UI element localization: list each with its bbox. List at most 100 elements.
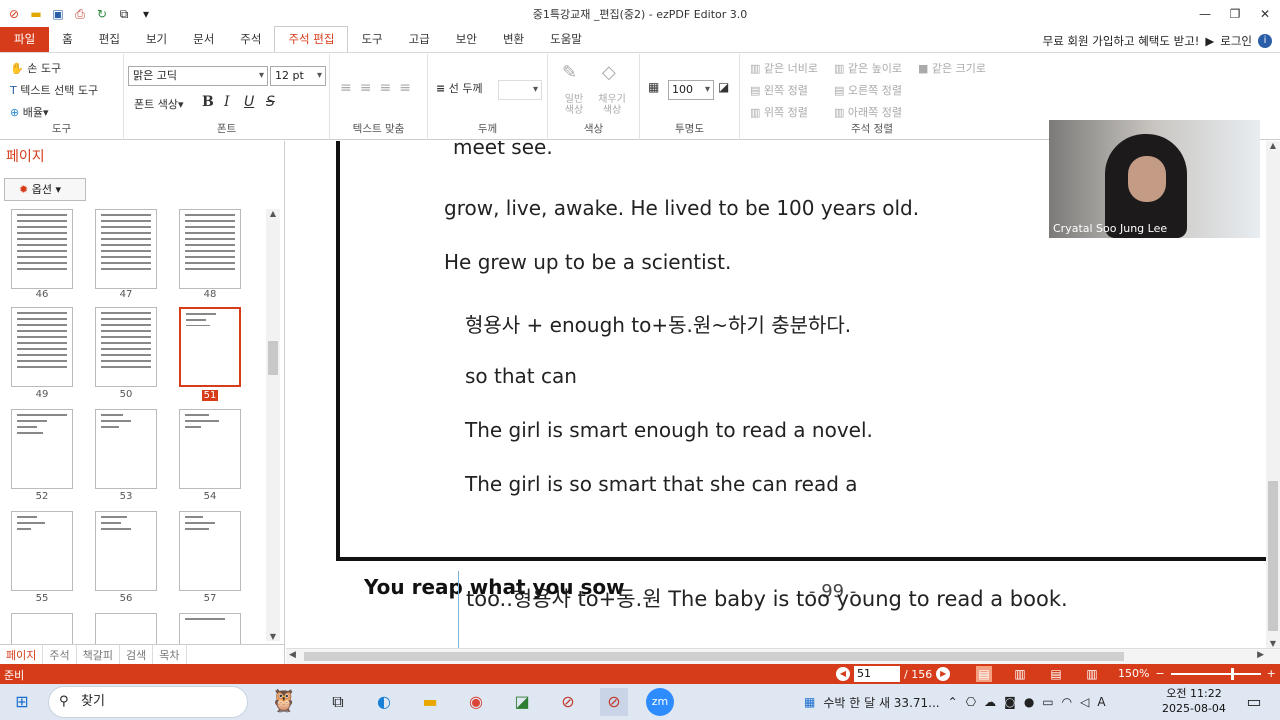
save-icon[interactable]: ▣ xyxy=(50,6,66,22)
help-icon[interactable]: i xyxy=(1258,34,1272,48)
zoom-in-icon[interactable]: + xyxy=(1267,667,1276,680)
file-explorer-icon[interactable]: ▬ xyxy=(416,688,444,716)
zoom-slider[interactable] xyxy=(1170,667,1261,680)
font-size-select[interactable]: 12 pt xyxy=(270,66,326,86)
thumbnail-page[interactable] xyxy=(179,613,241,645)
camera-icon[interactable]: ◙ xyxy=(1004,695,1016,709)
tab-help[interactable]: 도움말 xyxy=(537,27,595,52)
thumbnail-page[interactable] xyxy=(179,511,241,591)
owl-widget-icon[interactable]: 🦉 xyxy=(254,688,314,716)
cloud-icon[interactable]: ☁ xyxy=(984,695,996,709)
two-page-continuous-icon[interactable]: ▥ xyxy=(1084,666,1100,682)
scroll-thumb[interactable] xyxy=(268,341,278,375)
convert-icon[interactable]: ⧉ xyxy=(116,6,132,22)
single-page-view-icon[interactable]: ▤ xyxy=(976,666,992,682)
thumbnail-page[interactable] xyxy=(95,209,157,289)
horizontal-scrollbar[interactable]: ◀ ▶ xyxy=(286,648,1280,664)
wifi-icon[interactable]: ◠ xyxy=(1062,695,1072,709)
taskbar-search[interactable]: ⚲ 찾기 xyxy=(48,686,248,718)
text-annotation[interactable]: too..형용사 to+동.원 The baby is too young to… xyxy=(466,583,1068,613)
tab-file[interactable]: 파일 xyxy=(0,27,50,52)
thumbnail-page[interactable] xyxy=(11,613,73,645)
fill-color-button[interactable]: 채우기 색상 xyxy=(596,94,628,116)
sidebar-tab-search[interactable]: 검색 xyxy=(120,645,154,664)
thumbnail-page[interactable] xyxy=(179,209,241,289)
continuous-view-icon[interactable]: ▥ xyxy=(1012,666,1028,682)
sidebar-tab-toc[interactable]: 목차 xyxy=(153,645,187,664)
tab-home[interactable]: 홈 xyxy=(49,27,86,52)
align-bottom-button[interactable]: ▥ 아래쪽 정렬 xyxy=(834,104,902,120)
thumbnail-page[interactable] xyxy=(95,409,157,489)
font-color-button[interactable]: 폰트 색상▾ xyxy=(134,96,184,112)
scroll-up-icon[interactable]: ▲ xyxy=(1266,141,1280,150)
tab-view[interactable]: 보기 xyxy=(133,27,180,52)
two-page-view-icon[interactable]: ▤ xyxy=(1048,666,1064,682)
restore-button[interactable]: ❐ xyxy=(1220,0,1250,28)
microphone-icon[interactable]: ● xyxy=(1024,695,1034,709)
opacity-input[interactable]: 100 xyxy=(668,80,714,100)
thumbnail-page-selected[interactable] xyxy=(179,307,241,387)
sidebar-tab-bookmarks[interactable]: 책갈피 xyxy=(77,645,120,664)
minimize-button[interactable]: — xyxy=(1190,0,1220,28)
promo-link[interactable]: 무료 회원 가입하고 혜택도 받고! xyxy=(1043,33,1200,49)
thumbnail-page[interactable] xyxy=(11,511,73,591)
hand-tool[interactable]: ✋ 손 도구 xyxy=(10,60,61,76)
refresh-icon[interactable]: ↻ xyxy=(94,6,110,22)
print-icon[interactable]: ⎙ xyxy=(72,6,88,22)
tab-advanced[interactable]: 고급 xyxy=(396,27,443,52)
scroll-left-icon[interactable]: ◀ xyxy=(289,650,296,660)
bold-button[interactable]: B xyxy=(202,94,214,110)
task-view-icon[interactable]: ⧉ xyxy=(324,688,352,716)
sticky-notes-icon[interactable]: ◪ xyxy=(508,688,536,716)
thumbnail-page[interactable] xyxy=(95,511,157,591)
close-button[interactable]: ✕ xyxy=(1250,0,1280,28)
tab-security[interactable]: 보안 xyxy=(443,27,490,52)
video-call-overlay[interactable]: Cryatal Soo Jung Lee xyxy=(1049,120,1260,238)
scroll-thumb[interactable] xyxy=(304,652,1124,661)
thumbnail-page[interactable] xyxy=(11,409,73,489)
news-ticker[interactable]: 수박 한 달 새 33.71... xyxy=(823,694,939,711)
tab-tools[interactable]: 도구 xyxy=(348,27,395,52)
zoom-tool[interactable]: ⊕ 배율▾ xyxy=(10,104,49,120)
tab-annotation-edit[interactable]: 주석 편집 xyxy=(274,26,349,52)
network-icon[interactable]: ▭ xyxy=(1042,695,1053,709)
opacity-picker-icon[interactable]: ◪ xyxy=(718,80,729,94)
login-link[interactable]: 로그인 xyxy=(1220,33,1252,49)
line-thickness-button[interactable]: ≡ 선 두께 xyxy=(436,80,483,96)
tray-app-icon[interactable]: ⎔ xyxy=(966,695,976,709)
align-top-button[interactable]: ▥ 위쪽 정렬 xyxy=(750,104,808,120)
next-page-icon[interactable]: ▶ xyxy=(936,667,951,681)
thumbnail-page[interactable] xyxy=(95,613,157,645)
open-icon[interactable]: ▬ xyxy=(28,6,44,22)
document-scrollbar[interactable]: ▲ ▼ xyxy=(1266,141,1280,648)
tab-annotation[interactable]: 주석 xyxy=(227,27,274,52)
tab-edit[interactable]: 편집 xyxy=(86,27,133,52)
text-select-tool[interactable]: T 텍스트 선택 도구 xyxy=(10,82,98,98)
customize-dropdown-icon[interactable]: ▾ xyxy=(138,6,154,22)
scroll-thumb[interactable] xyxy=(1268,481,1278,631)
underline-button[interactable]: U xyxy=(244,94,254,110)
align-buttons[interactable]: ≡≡≡≡ xyxy=(340,80,419,96)
start-icon[interactable]: ⊞ xyxy=(8,688,36,716)
scroll-down-icon[interactable]: ▼ xyxy=(266,632,280,641)
scroll-right-icon[interactable]: ▶ xyxy=(1257,650,1264,660)
thickness-select[interactable] xyxy=(498,80,542,100)
general-color-button[interactable]: 일반 색상 xyxy=(560,94,588,116)
same-width-button[interactable]: ▥ 같은 너비로 xyxy=(750,60,818,76)
ime-indicator[interactable]: A xyxy=(1097,695,1105,709)
same-height-button[interactable]: ▥ 같은 높이로 xyxy=(834,60,902,76)
align-right-button[interactable]: ▤ 오른쪽 정렬 xyxy=(834,82,902,98)
thumbnail-page[interactable] xyxy=(11,307,73,387)
sidebar-tab-pages[interactable]: 페이지 xyxy=(0,645,44,664)
tray-expand-icon[interactable]: ⌃ xyxy=(948,695,958,709)
notification-center-icon[interactable]: ▭ xyxy=(1240,688,1268,716)
tab-document[interactable]: 문서 xyxy=(180,27,227,52)
volume-icon[interactable]: ◁ xyxy=(1080,695,1089,709)
ezpdf-editor-active-icon[interactable]: ⊘ xyxy=(600,688,628,716)
system-clock[interactable]: 오전 11:22 2025-08-04 xyxy=(1162,686,1226,716)
zoom-app-icon[interactable]: zm xyxy=(646,688,674,716)
thumbnail-page[interactable] xyxy=(95,307,157,387)
sidebar-tab-annotations[interactable]: 주석 xyxy=(43,645,77,664)
edge-icon[interactable]: ◐ xyxy=(370,688,398,716)
strike-button[interactable]: S xyxy=(266,94,275,110)
